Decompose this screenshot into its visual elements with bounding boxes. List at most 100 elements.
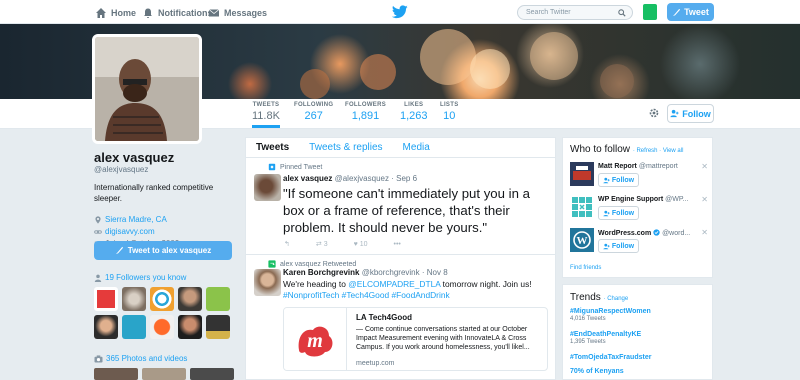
tweet-hashtags[interactable]: #NonprofitTech #Tech4Good #FoodAndDrink (283, 290, 450, 300)
twitter-bird-icon[interactable] (392, 5, 408, 19)
follower-avatar[interactable] (178, 287, 202, 311)
suggestion-follow-button[interactable]: Follow (598, 239, 639, 253)
follower-avatar[interactable] (122, 315, 146, 339)
suggestion-follow-button[interactable]: Follow (598, 206, 639, 220)
tweet-to-button[interactable]: Tweet to alex vasquez (94, 241, 232, 260)
location-pin-icon (95, 216, 101, 224)
follower-avatar[interactable] (150, 287, 174, 311)
suggestion-avatar[interactable] (570, 195, 594, 219)
stat-lists[interactable]: LISTS 10 (440, 102, 459, 122)
profile-location: Sierra Madre, CA (94, 214, 234, 226)
card-title: LA Tech4Good (356, 313, 412, 322)
dismiss-icon[interactable]: ✕ (701, 228, 708, 237)
refresh-link[interactable]: · Refresh (633, 148, 658, 154)
nav-messages[interactable]: Messages (208, 5, 267, 21)
tweet-text: "If someone can't immediately put you in… (283, 186, 530, 235)
retweet-action[interactable]: ⇄ 3 (316, 240, 328, 248)
tweet-context-text: alex vasquez Retweeted (280, 260, 357, 268)
tweet-avatar[interactable] (254, 269, 281, 296)
suggestion-display-name[interactable]: WordPress.com (598, 230, 651, 237)
who-to-follow-header: Who to follow · Refresh · View all (570, 144, 683, 155)
timeline: Tweets Tweets & replies Media Pinned Twe… (245, 137, 556, 380)
photo-thumb[interactable] (142, 368, 186, 380)
photos-and-videos[interactable]: 365 Photos and videos (94, 354, 187, 363)
stat-following[interactable]: FOLLOWING 267 (294, 102, 333, 122)
stat-value: 10 (443, 110, 456, 122)
photo-strip (94, 368, 234, 380)
profile-name[interactable]: alex vasquez (94, 150, 234, 165)
trend-item[interactable]: 70% of Kenyans (570, 368, 624, 375)
tweet-date[interactable]: · Nov 8 (422, 268, 448, 277)
follower-avatar[interactable] (206, 315, 230, 339)
meetup-logo: m (284, 308, 347, 370)
photo-thumb[interactable] (94, 368, 138, 380)
view-all-link[interactable]: · View all (659, 148, 683, 154)
dismiss-icon[interactable]: ✕ (701, 195, 708, 204)
nav-home[interactable]: Home (95, 5, 136, 21)
dismiss-icon[interactable]: ✕ (701, 162, 708, 171)
gear-icon[interactable] (648, 107, 660, 119)
trend-item[interactable]: #EndDeathPenaltyKE 1,395 Tweets (570, 331, 641, 345)
suggestion-display-name[interactable]: Matt Report (598, 163, 637, 170)
suggestion-follow-button[interactable]: Follow (598, 173, 639, 187)
follower-avatar[interactable] (94, 287, 118, 311)
tweet-author-handle: @alexjvasquez (334, 174, 389, 183)
follower-avatar[interactable] (94, 315, 118, 339)
stat-followers[interactable]: FOLLOWERS 1,891 (345, 102, 386, 122)
tweet[interactable]: Pinned Tweet alex vasquez @alexjvasquez … (246, 158, 555, 255)
suggestion-display-name[interactable]: WP Engine Support (598, 196, 663, 203)
tab-tweets[interactable]: Tweets (246, 138, 299, 157)
tab-media[interactable]: Media (393, 138, 440, 157)
tweet-author-name[interactable]: alex vasquez (283, 174, 332, 183)
more-icon[interactable]: ••• (394, 241, 401, 248)
trend-count: 4,016 Tweets (570, 316, 606, 322)
tweet-author-handle: @kborchgrevink (361, 268, 420, 277)
suggestion-avatar[interactable] (570, 162, 594, 186)
profile-avatar[interactable] (92, 34, 202, 144)
add-user-icon (603, 210, 610, 216)
tweet-mention-link[interactable]: @ELCOMPADRE_DTLA (348, 279, 440, 289)
follow-button[interactable]: Follow (667, 104, 714, 123)
followers-you-know[interactable]: 19 Followers you know (94, 273, 186, 282)
follower-avatar[interactable] (206, 287, 230, 311)
follower-avatar[interactable] (122, 287, 146, 311)
tweet-text: We're heading to @ELCOMPADRE_DTLA tomorr… (283, 279, 551, 301)
profile-bio: Internationally ranked competitive sleep… (94, 183, 214, 203)
profile-location-text[interactable]: Sierra Madre, CA (105, 214, 167, 226)
suggestion-name: WP Engine Support @WP... (598, 196, 688, 203)
follower-avatar[interactable] (150, 315, 174, 339)
stat-value: 1,891 (351, 110, 380, 122)
follower-avatar[interactable] (178, 315, 202, 339)
suggestion-follow-label: Follow (611, 209, 635, 217)
tweet-date[interactable]: · Sep 6 (391, 174, 417, 183)
bell-icon (144, 8, 152, 18)
quill-icon (115, 246, 123, 255)
find-friends-link[interactable]: Find friends (570, 265, 601, 271)
svg-text:m: m (307, 330, 323, 352)
reply-icon[interactable]: ↰ (284, 240, 290, 248)
stat-likes[interactable]: LIKES 1,263 (400, 102, 428, 122)
tweet-button[interactable]: Tweet (667, 3, 714, 21)
search-icon[interactable] (618, 9, 626, 17)
like-action[interactable]: ♥ 10 (354, 241, 368, 248)
profile-website-link[interactable]: digisavvy.com (105, 226, 155, 238)
link-card[interactable]: m LA Tech4Good — Come continue conversat… (283, 307, 548, 371)
tweet-avatar[interactable] (254, 174, 281, 201)
stat-tweets[interactable]: TWEETS 11.8K (252, 102, 280, 128)
tweet[interactable]: alex vasquez Retweeted Karen Borchgrevin… (246, 255, 555, 380)
moments-icon[interactable] (643, 4, 657, 20)
stat-value: 267 (304, 110, 323, 122)
tab-tweets-replies[interactable]: Tweets & replies (299, 138, 392, 157)
suggestion-avatar[interactable]: W (570, 228, 594, 252)
camera-icon (94, 354, 103, 363)
suggestion-handle: @WP... (665, 196, 689, 203)
photo-thumb[interactable] (190, 368, 234, 380)
search-input[interactable]: Search Twitter (517, 5, 633, 20)
trend-item[interactable]: #TomOjedaTaxFraudster (570, 354, 651, 361)
avatar-photo (95, 37, 199, 141)
nav-notifications[interactable]: Notifications (142, 5, 213, 21)
tweet-author-name[interactable]: Karen Borchgrevink (283, 268, 359, 277)
change-trends-link[interactable]: · Change (604, 296, 629, 302)
tweet-header: Karen Borchgrevink @kborchgrevink · Nov … (283, 268, 448, 277)
trend-item[interactable]: #MigunaRespectWomen 4,016 Tweets (570, 308, 651, 322)
